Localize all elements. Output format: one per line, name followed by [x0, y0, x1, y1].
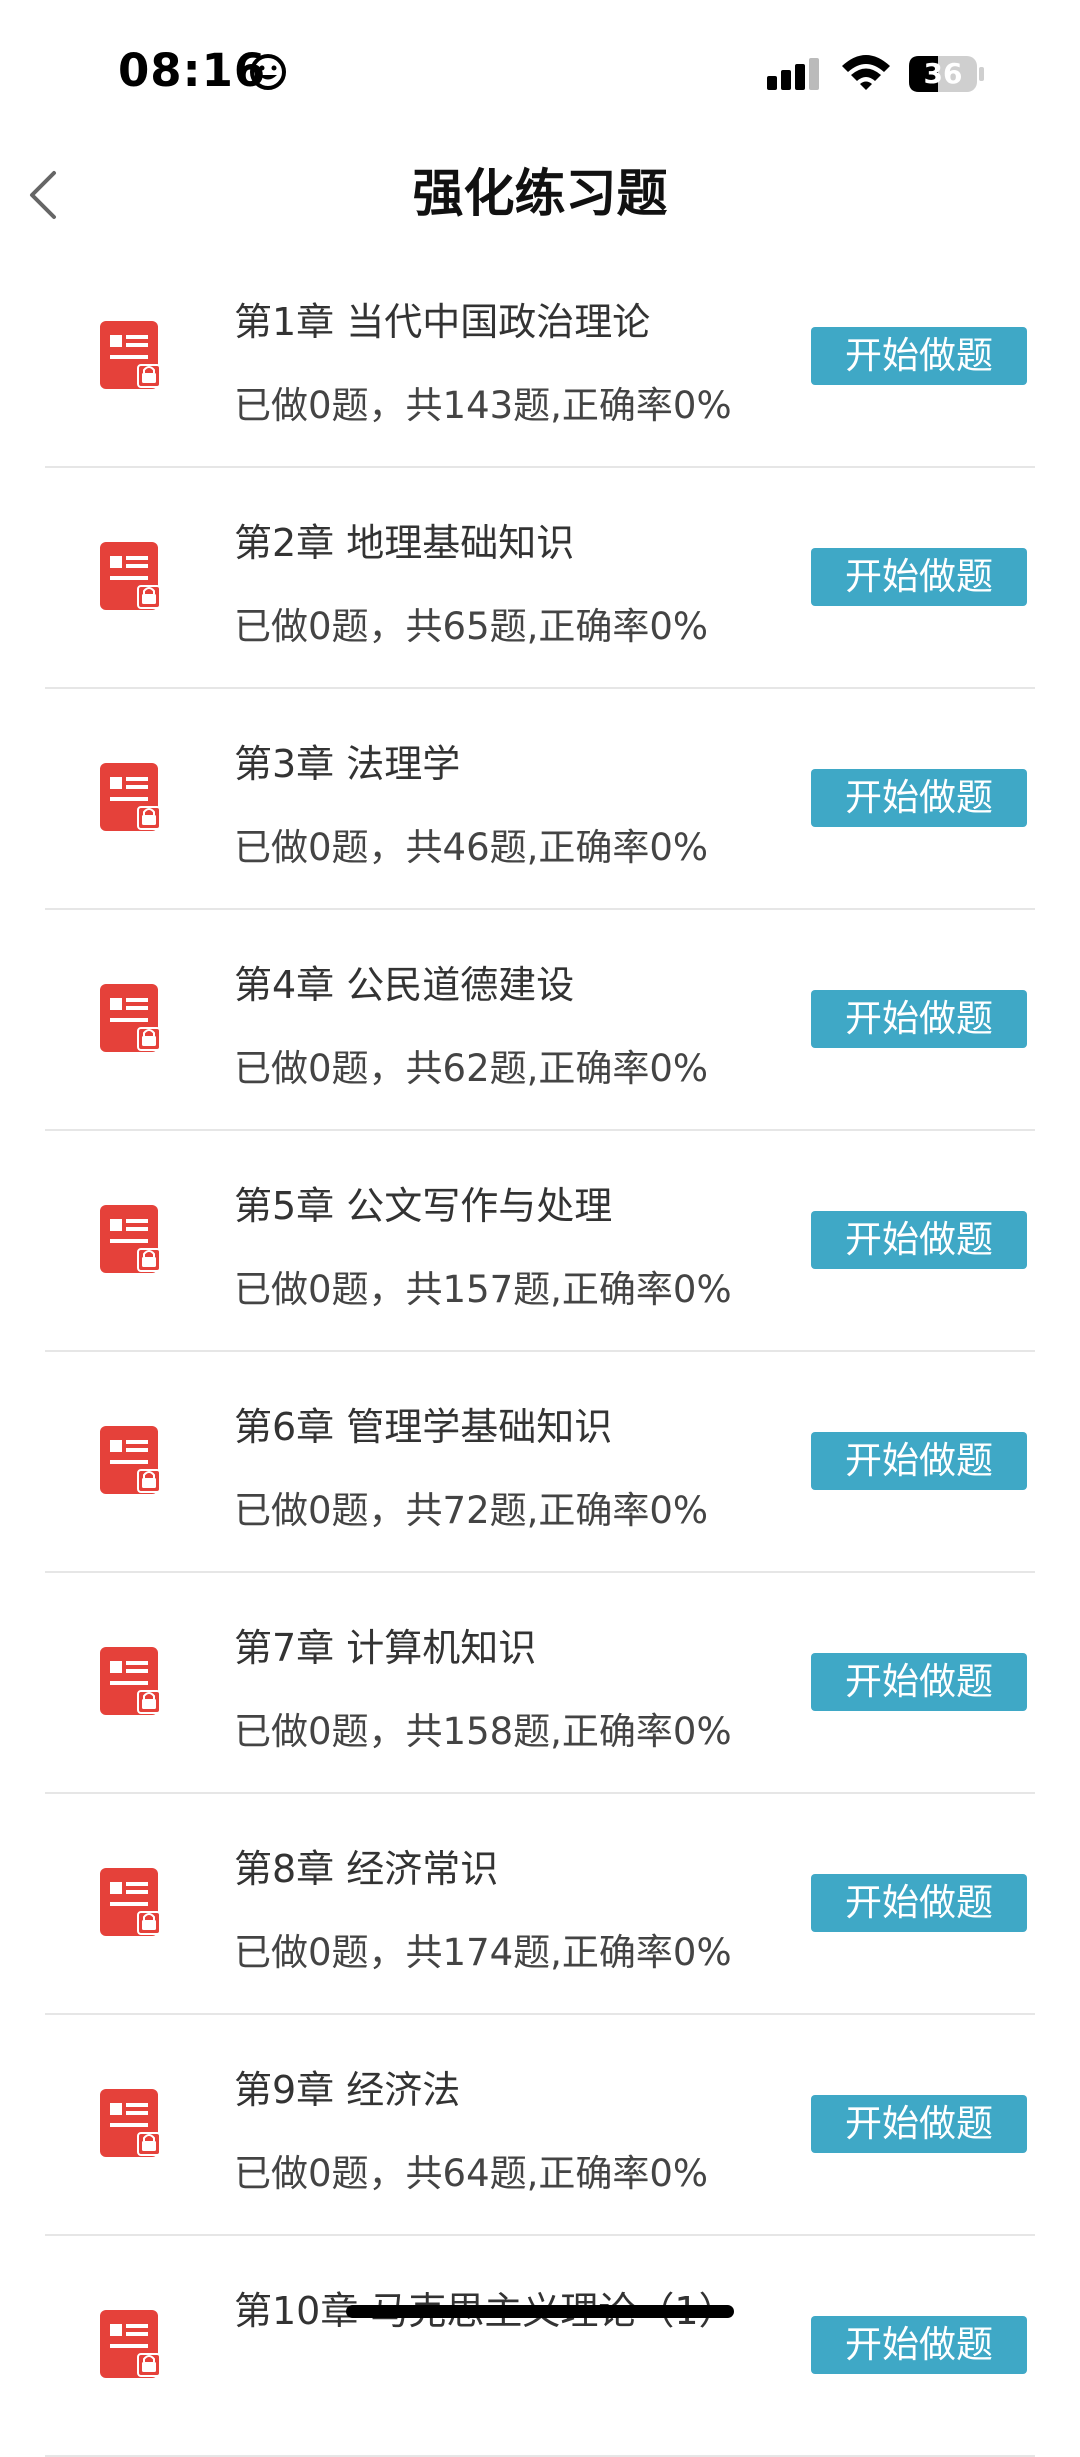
chapter-stats: 已做0题，共46题,正确率0% [234, 826, 709, 869]
exam-paper-lock-icon [100, 763, 161, 831]
start-practice-button[interactable]: 开始做题 [811, 1653, 1027, 1711]
chapter-item-10[interactable]: 第10章 马克思主义理论（1） 开始做题 [0, 2236, 1080, 2457]
start-practice-button[interactable]: 开始做题 [811, 2095, 1027, 2153]
chevron-left-icon[interactable] [22, 165, 62, 225]
exam-paper-lock-icon [100, 2310, 161, 2378]
nav-bar: 强化练习题 [0, 140, 1080, 250]
wifi-icon [842, 55, 890, 90]
chapter-stats: 已做0题，共62题,正确率0% [234, 1047, 709, 1090]
chapter-item-7[interactable]: 第7章 计算机知识 已做0题，共158题,正确率0% 开始做题 [0, 1573, 1080, 1794]
chapter-stats: 已做0题，共143题,正确率0% [234, 384, 732, 427]
exam-paper-lock-icon [100, 321, 161, 389]
start-practice-button[interactable]: 开始做题 [811, 1432, 1027, 1490]
start-practice-button[interactable]: 开始做题 [811, 548, 1027, 606]
chapter-title: 第4章 公民道德建设 [234, 963, 575, 1007]
chapter-title: 第1章 当代中国政治理论 [234, 300, 651, 344]
exam-paper-lock-icon [100, 1205, 161, 1273]
start-practice-button[interactable]: 开始做题 [811, 1874, 1027, 1932]
exam-paper-lock-icon [100, 542, 161, 610]
start-practice-button[interactable]: 开始做题 [811, 1211, 1027, 1269]
chapter-title: 第6章 管理学基础知识 [234, 1405, 613, 1449]
chapter-item-8[interactable]: 第8章 经济常识 已做0题，共174题,正确率0% 开始做题 [0, 1794, 1080, 2015]
chapter-item-2[interactable]: 第2章 地理基础知识 已做0题，共65题,正确率0% 开始做题 [0, 468, 1080, 689]
home-indicator[interactable] [346, 2305, 734, 2318]
battery-icon: 36 [908, 55, 986, 93]
chapter-title: 第9章 经济法 [234, 2068, 461, 2112]
battery-level: 36 [923, 57, 963, 90]
exam-paper-lock-icon [100, 1426, 161, 1494]
status-bar: 08:16 36 [0, 0, 1080, 140]
exam-paper-lock-icon [100, 1647, 161, 1715]
chapter-title: 第3章 法理学 [234, 742, 461, 786]
chapter-stats: 已做0题，共64题,正确率0% [234, 2152, 709, 2195]
chapter-stats: 已做0题，共158题,正确率0% [234, 1710, 732, 1753]
start-practice-button[interactable]: 开始做题 [811, 769, 1027, 827]
chapter-item-1[interactable]: 第1章 当代中国政治理论 已做0题，共143题,正确率0% 开始做题 [0, 247, 1080, 468]
exam-paper-lock-icon [100, 2089, 161, 2157]
chapter-item-6[interactable]: 第6章 管理学基础知识 已做0题，共72题,正确率0% 开始做题 [0, 1352, 1080, 1573]
chapter-item-4[interactable]: 第4章 公民道德建设 已做0题，共62题,正确率0% 开始做题 [0, 910, 1080, 1131]
page-title: 强化练习题 [412, 165, 668, 224]
status-time: 08:16 [118, 44, 267, 97]
chapter-title: 第5章 公文写作与处理 [234, 1184, 613, 1228]
start-practice-button[interactable]: 开始做题 [811, 327, 1027, 385]
chapter-stats: 已做0题，共65题,正确率0% [234, 605, 709, 648]
start-practice-button[interactable]: 开始做题 [811, 2316, 1027, 2374]
chapter-title: 第2章 地理基础知识 [234, 521, 575, 565]
exam-paper-lock-icon [100, 1868, 161, 1936]
chapter-item-5[interactable]: 第5章 公文写作与处理 已做0题，共157题,正确率0% 开始做题 [0, 1131, 1080, 1352]
start-practice-button[interactable]: 开始做题 [811, 990, 1027, 1048]
chapter-title: 第7章 计算机知识 [234, 1626, 537, 1670]
chapter-list: 第1章 当代中国政治理论 已做0题，共143题,正确率0% 开始做题 第2章 地… [0, 247, 1080, 2457]
chapter-item-9[interactable]: 第9章 经济法 已做0题，共64题,正确率0% 开始做题 [0, 2015, 1080, 2236]
chapter-stats: 已做0题，共157题,正确率0% [234, 1268, 732, 1311]
chapter-item-3[interactable]: 第3章 法理学 已做0题，共46题,正确率0% 开始做题 [0, 689, 1080, 910]
exam-paper-lock-icon [100, 984, 161, 1052]
chapter-stats: 已做0题，共72题,正确率0% [234, 1489, 709, 1532]
chapter-title: 第8章 经济常识 [234, 1847, 499, 1891]
chapter-stats: 已做0题，共174题,正确率0% [234, 1931, 732, 1974]
cellular-signal-icon [767, 58, 819, 90]
smiley-icon [250, 54, 286, 90]
